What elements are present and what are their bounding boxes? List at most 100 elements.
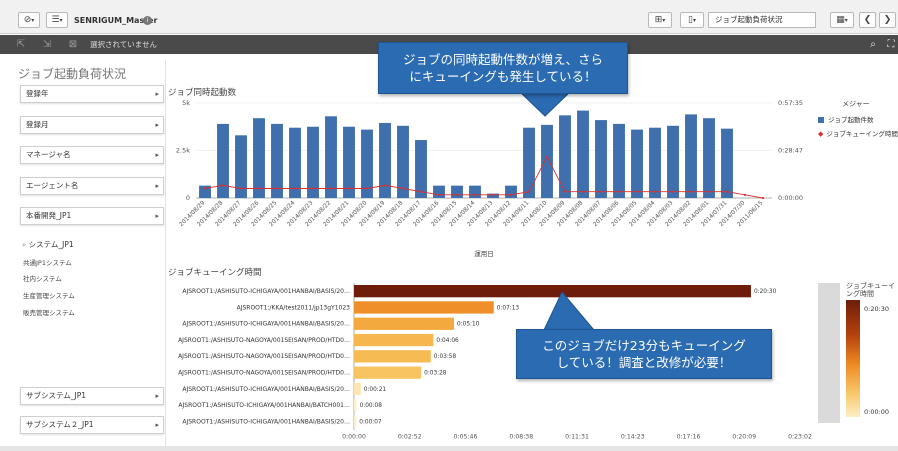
expand-arrow-icon: ▸ bbox=[155, 151, 159, 159]
x-axis-title: 運用日 bbox=[474, 249, 494, 258]
x-tick-label: 2014/07/31 bbox=[701, 200, 729, 228]
line-point bbox=[293, 187, 297, 190]
expand-arrow-icon: ▸ bbox=[155, 182, 159, 190]
filter-registered-month[interactable]: 登録月 ▸ bbox=[20, 116, 164, 134]
filter-label: 本番開発_JP1 bbox=[26, 211, 72, 220]
x-tick-label: 2014/08/12 bbox=[485, 200, 513, 228]
bookmark-button[interactable]: ▯▾ bbox=[680, 12, 704, 28]
bar bbox=[505, 185, 517, 198]
line-point bbox=[581, 190, 585, 193]
x-tick-label: 0:00:00 bbox=[342, 434, 366, 441]
filter-manager-name[interactable]: マネージャ名 ▸ bbox=[20, 146, 164, 164]
bar bbox=[721, 128, 733, 198]
step-forward-icon[interactable]: ⇲ bbox=[40, 38, 54, 51]
legend-item-job-starts[interactable]: ジョブ起動件数 bbox=[818, 114, 874, 124]
x-tick-label: 2014/08/26 bbox=[233, 200, 261, 228]
global-menu-button[interactable]: ☰▾ bbox=[46, 12, 68, 28]
previous-sheet-button[interactable]: ❮ bbox=[859, 12, 876, 28]
bar bbox=[397, 125, 409, 198]
bar bbox=[354, 366, 422, 379]
bar bbox=[613, 123, 625, 198]
bar bbox=[307, 126, 319, 198]
step-back-icon[interactable]: ⇱ bbox=[14, 38, 28, 51]
info-icon[interactable]: i bbox=[143, 16, 152, 25]
line-point bbox=[473, 193, 477, 196]
x-tick-label: 2014/08/17 bbox=[395, 200, 423, 228]
list-item[interactable]: 社内システム bbox=[23, 273, 62, 283]
filter-label: サブシステム_JP1 bbox=[26, 391, 87, 400]
story-button[interactable]: ⊞▾ bbox=[648, 12, 672, 28]
chevron-left-icon: ❮ bbox=[863, 15, 872, 25]
legend-item-queue-time[interactable]: ◆ ジョブキューイング時間 bbox=[818, 128, 898, 138]
line-point bbox=[761, 196, 765, 200]
system-list-header[interactable]: ⌕ システム_JP1 bbox=[22, 239, 74, 250]
bar bbox=[361, 129, 373, 198]
line-point bbox=[635, 190, 639, 193]
line-point bbox=[383, 184, 387, 187]
annotation-callout-top: ジョブの同時起動件数が増え、さら にキューイングも発生している！ bbox=[378, 42, 628, 94]
filter-prod-dev-jp1[interactable]: 本番開発_JP1 ▸ bbox=[20, 207, 164, 225]
category-label: AJSROOT1:/ASHISUTO-NAGOYA/001SEISAN/PROD… bbox=[178, 353, 350, 360]
filter-agent-name[interactable]: エージェント名 ▸ bbox=[20, 177, 164, 195]
next-sheet-button[interactable]: ❯ bbox=[879, 12, 896, 28]
x-tick-label: 0:11:31 bbox=[565, 434, 589, 441]
footer-strip bbox=[0, 446, 898, 451]
category-label: AJSROOT1:/ASHISUTO-ICHIGAYA/001HANBAI/BA… bbox=[182, 418, 350, 425]
bar bbox=[487, 193, 499, 198]
list-item[interactable]: 生産管理システム bbox=[23, 290, 75, 300]
x-tick-label: 2014/08/24 bbox=[269, 200, 297, 228]
x-tick-label: 2014/08/16 bbox=[413, 200, 441, 228]
line-point bbox=[347, 187, 351, 190]
x-tick-label: 2014/07/30 bbox=[719, 200, 747, 228]
x-tick-label: 2014/08/04 bbox=[629, 200, 657, 228]
filter-subsystem-jp1[interactable]: サブシステム_JP1 ▸ bbox=[20, 387, 164, 405]
x-tick-label: 2014/08/21 bbox=[323, 200, 351, 228]
clear-selections-icon[interactable]: ⊠ bbox=[66, 38, 80, 51]
x-tick-label: 2014/08/08 bbox=[557, 200, 585, 228]
x-tick-label: 2014/08/10 bbox=[521, 200, 549, 228]
line-point bbox=[689, 190, 693, 193]
callout-line: ジョブの同時起動件数が増え、さら bbox=[402, 52, 603, 67]
line-point bbox=[401, 187, 405, 190]
bar bbox=[235, 135, 247, 198]
bar bbox=[469, 185, 481, 198]
value-label: 0:03:58 bbox=[434, 354, 457, 360]
line-point bbox=[365, 187, 369, 190]
sheet-selector[interactable]: ジョブ起動負荷状況 bbox=[708, 12, 816, 28]
bar bbox=[703, 118, 715, 198]
bar bbox=[667, 125, 679, 198]
y2-tick-label: 0:00:00 bbox=[778, 194, 803, 202]
line-point bbox=[653, 190, 657, 193]
bar bbox=[595, 120, 607, 198]
series-line bbox=[204, 155, 764, 199]
line-point bbox=[437, 193, 441, 196]
search-icon[interactable]: ⌕ bbox=[866, 38, 880, 51]
line-point bbox=[203, 187, 207, 190]
list-item[interactable]: 共通JP1システム bbox=[23, 257, 72, 267]
navigation-button[interactable]: ⊘▾ bbox=[18, 12, 40, 28]
category-label: AJSROOT1:/KKA/test2011/jp13gY1023 bbox=[237, 304, 351, 311]
filter-registered-year[interactable]: 登録年 ▸ bbox=[20, 85, 164, 103]
filter-label: エージェント名 bbox=[26, 181, 79, 190]
list-item[interactable]: 販売管理システム bbox=[23, 307, 75, 317]
x-tick-label: 2014/08/06 bbox=[593, 200, 621, 228]
x-tick-label: 0:20:09 bbox=[732, 434, 756, 441]
legend-marker: ◆ bbox=[818, 130, 824, 138]
bar bbox=[354, 317, 455, 330]
bar bbox=[451, 185, 463, 198]
bar bbox=[523, 127, 535, 198]
sheet-selector-label: ジョブ起動負荷状況 bbox=[715, 15, 783, 24]
bar bbox=[289, 127, 301, 198]
bar bbox=[354, 382, 361, 396]
sheets-overview-button[interactable]: ▦▾ bbox=[830, 12, 854, 28]
line-point bbox=[455, 193, 459, 196]
line-point bbox=[725, 190, 729, 193]
x-tick-label: 0:08:38 bbox=[509, 434, 533, 441]
category-label: AJSROOT1:/ASHISUTO-ICHIGAYA/001HANBAI/BA… bbox=[182, 321, 350, 328]
expand-icon[interactable]: ⛶ bbox=[884, 38, 898, 51]
no-selections-label: 選択されていません bbox=[90, 40, 158, 49]
filter-label: 登録年 bbox=[26, 89, 49, 98]
callout-line: にキューイングも発生している！ bbox=[409, 69, 597, 84]
chart-scrollbar[interactable] bbox=[818, 283, 840, 423]
filter-subsystem2-jp1[interactable]: サブシステム２_JP1 ▸ bbox=[20, 416, 164, 434]
